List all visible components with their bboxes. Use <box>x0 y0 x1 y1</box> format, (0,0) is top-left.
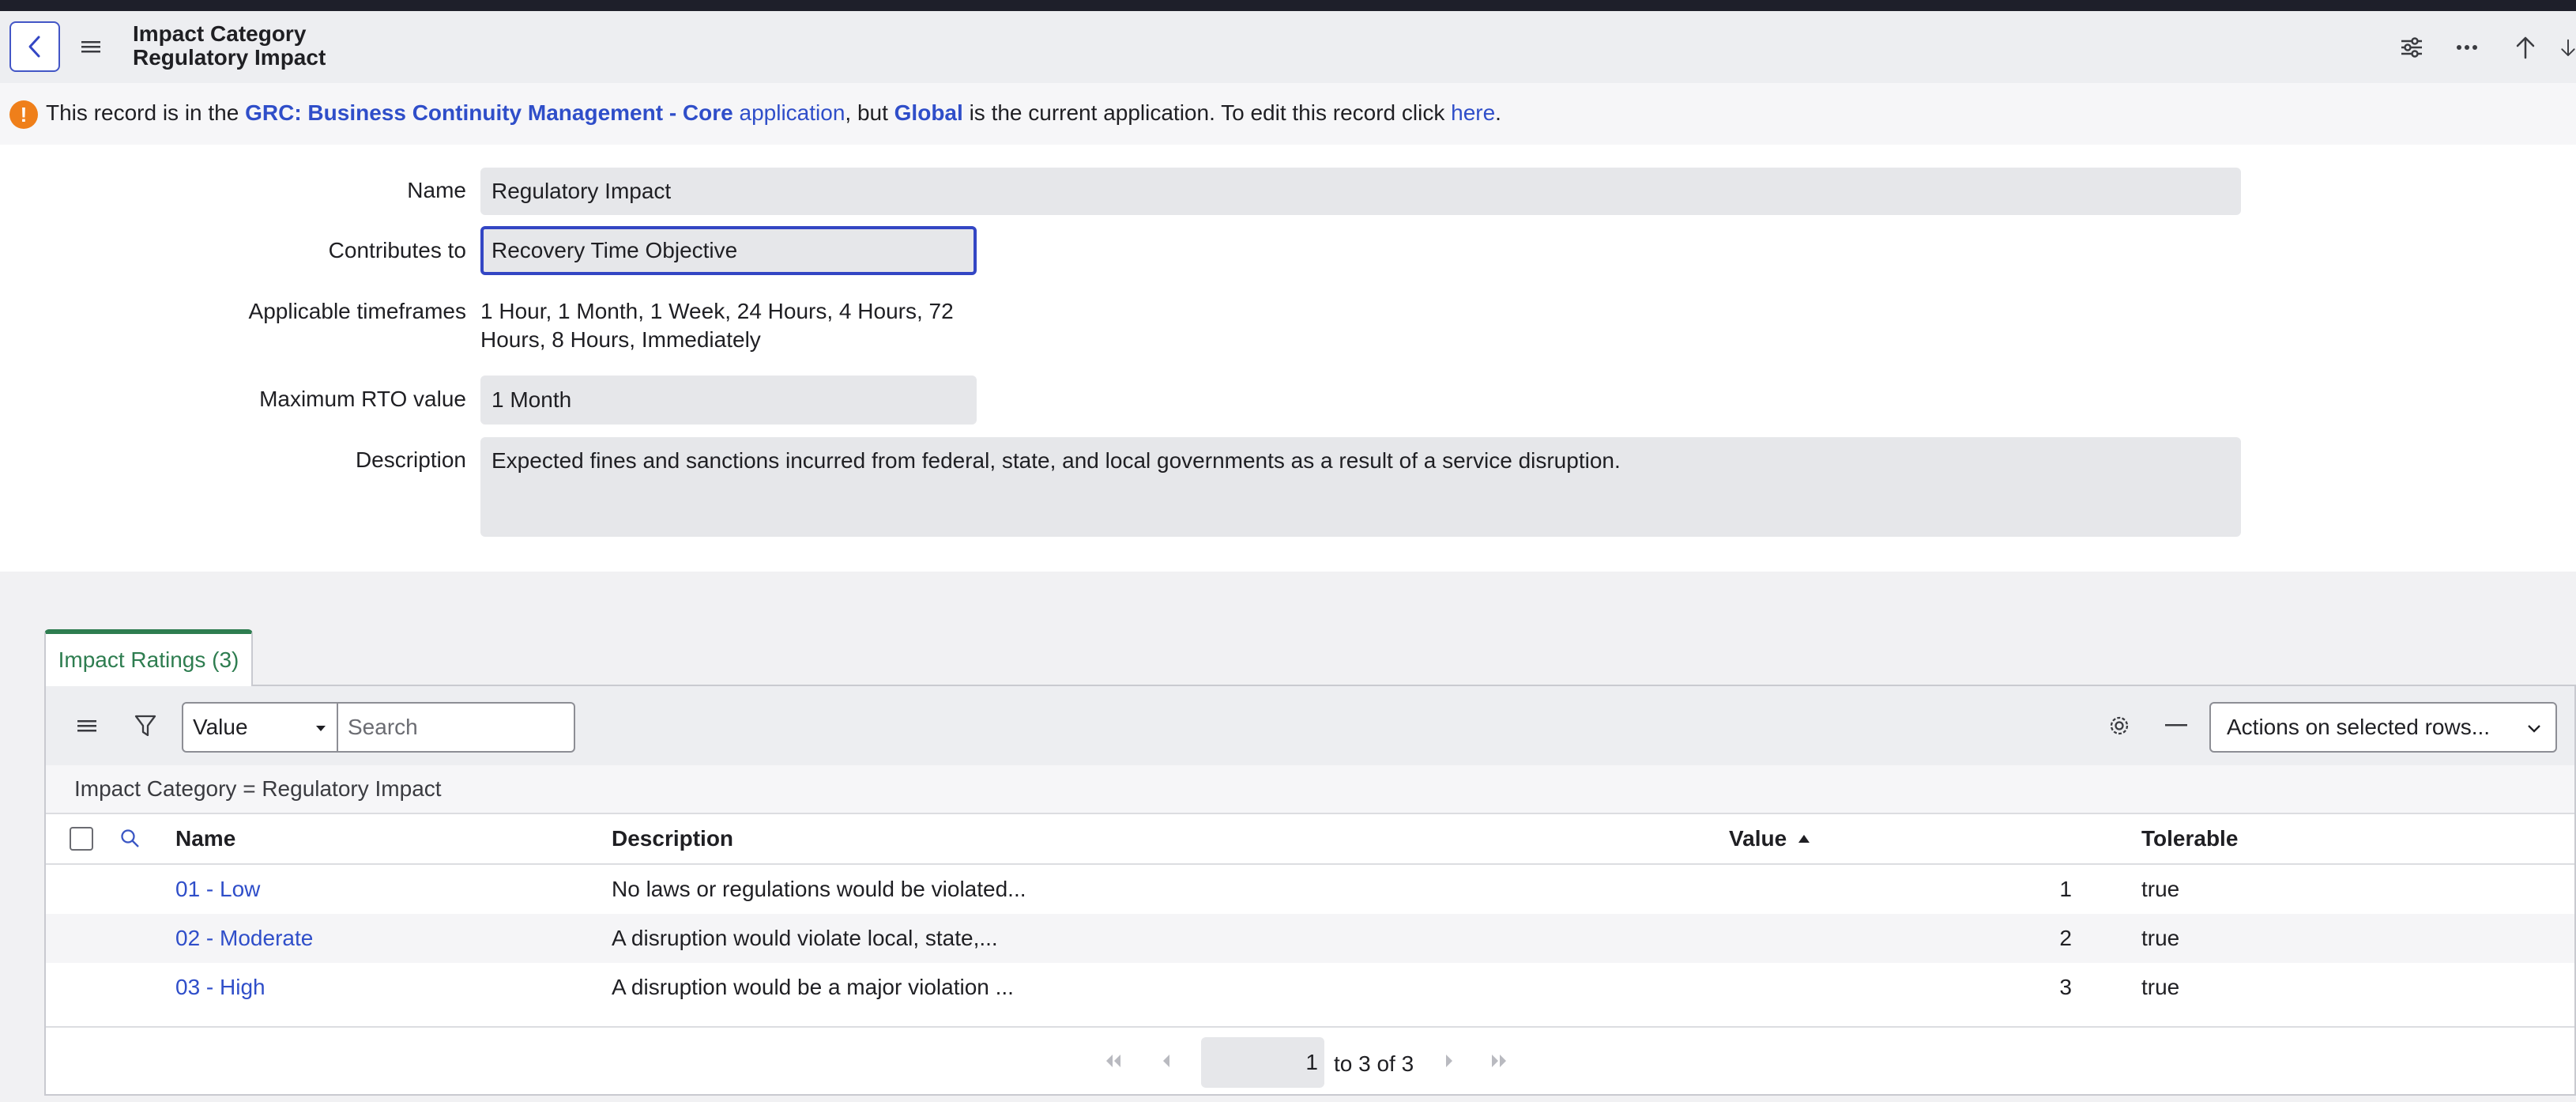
list-toolbar: Value Search Actions on selected rows... <box>46 686 2574 765</box>
record-header: Impact Category Regulatory Impact <box>0 11 2576 83</box>
table-header: Name Description Value Tolerable <box>46 814 2574 865</box>
column-header-name[interactable]: Name <box>175 814 235 863</box>
pagination: 1 to 3 of 3 <box>46 1026 2574 1096</box>
application-scope-notice: ! This record is in the GRC: Business Co… <box>0 83 2576 145</box>
row-name-link[interactable]: 01 - Low <box>175 877 260 902</box>
page-title-record: Regulatory Impact <box>133 45 326 70</box>
contributes-to-label: Contributes to <box>328 238 466 262</box>
row-description: No laws or regulations would be violated… <box>612 877 1026 901</box>
next-page-icon[interactable] <box>1443 1051 1456 1070</box>
applicable-timeframes-label: Applicable timeframes <box>248 299 466 323</box>
prev-page-icon[interactable] <box>1160 1051 1173 1070</box>
column-header-description[interactable]: Description <box>612 814 733 863</box>
record-form: Name Regulatory Impact Contributes to Re… <box>0 145 2576 572</box>
row-tolerable: true <box>2141 926 2180 950</box>
sort-up-icon <box>1798 835 1810 843</box>
more-icon <box>2457 45 2477 50</box>
gear-icon <box>2110 716 2129 735</box>
top-bar <box>0 0 2576 11</box>
row-tolerable: true <box>2141 877 2180 901</box>
row-name-link[interactable]: 02 - Moderate <box>175 926 313 951</box>
page-number-input[interactable]: 1 <box>1201 1037 1324 1088</box>
applicable-timeframes-value: 1 Hour, 1 Month, 1 Week, 24 Hours, 4 Hou… <box>480 299 954 352</box>
page-title: Impact Category Regulatory Impact <box>133 22 326 70</box>
next-record-button[interactable] <box>2560 32 2576 63</box>
back-icon <box>28 36 40 58</box>
notice-message: This record is in the GRC: Business Cont… <box>46 100 1501 125</box>
page-range-text: to 3 of 3 <box>1334 1051 1414 1076</box>
column-header-value[interactable]: Value <box>1729 814 1810 863</box>
impact-ratings-list: Value Search Actions on selected rows...… <box>44 685 2576 1096</box>
current-app-link[interactable]: Global <box>894 100 963 125</box>
name-field[interactable]: Regulatory Impact <box>480 168 2241 215</box>
down-arrow-icon <box>2561 39 2575 56</box>
row-description: A disruption would be a major violation … <box>612 975 1014 999</box>
maximum-rto-field[interactable]: 1 Month <box>480 376 977 425</box>
row-tolerable: true <box>2141 975 2180 999</box>
settings-sliders-icon <box>2401 37 2422 58</box>
back-button[interactable] <box>9 21 60 72</box>
search-input[interactable]: Search <box>338 702 575 753</box>
table-row: 01 - Low No laws or regulations would be… <box>46 865 2574 914</box>
collapse-list-button[interactable] <box>2160 710 2192 742</box>
select-all-checkbox[interactable] <box>70 827 93 851</box>
search-icon <box>121 829 139 847</box>
name-label: Name <box>407 178 466 202</box>
minimize-icon <box>2165 724 2187 726</box>
chevron-down-icon <box>2528 725 2540 733</box>
row-description: A disruption would violate local, state,… <box>612 926 998 950</box>
list-menu-button[interactable] <box>71 710 103 742</box>
menu-button[interactable] <box>79 33 103 60</box>
more-options-button[interactable] <box>2451 32 2483 63</box>
app-scope-link[interactable]: GRC: Business Continuity Management - Co… <box>245 100 845 125</box>
filter-button[interactable] <box>130 710 161 742</box>
column-search-button[interactable] <box>120 814 141 863</box>
table-row: 03 - High A disruption would be a major … <box>46 963 2574 1012</box>
page-title-table: Impact Category <box>133 21 307 46</box>
contributes-to-field[interactable]: Recovery Time Objective <box>480 226 977 275</box>
edit-here-link[interactable]: here <box>1451 100 1495 125</box>
actions-select[interactable]: Actions on selected rows... <box>2209 702 2557 753</box>
personalize-form-button[interactable] <box>2396 32 2427 63</box>
maximum-rto-label: Maximum RTO value <box>259 387 466 411</box>
first-page-icon[interactable] <box>1102 1051 1124 1070</box>
menu-icon <box>81 41 100 53</box>
list-settings-button[interactable] <box>2103 710 2135 742</box>
description-field[interactable]: Expected fines and sanctions incurred fr… <box>480 437 2241 537</box>
row-name-link[interactable]: 03 - High <box>175 975 266 1000</box>
dropdown-caret-icon <box>316 726 326 731</box>
up-arrow-icon <box>2516 36 2535 59</box>
previous-record-button[interactable] <box>2510 32 2541 63</box>
description-label: Description <box>355 447 466 472</box>
column-header-tolerable[interactable]: Tolerable <box>2141 814 2238 863</box>
breadcrumb[interactable]: Impact Category = Regulatory Impact <box>46 765 2574 814</box>
menu-icon <box>77 720 96 732</box>
filter-icon <box>134 715 156 737</box>
tab-impact-ratings[interactable]: Impact Ratings (3) <box>44 629 253 686</box>
warning-icon: ! <box>9 100 38 129</box>
search-field-select[interactable]: Value <box>182 702 338 753</box>
select-all-cell <box>70 814 93 863</box>
table-row: 02 - Moderate A disruption would violate… <box>46 914 2574 963</box>
last-page-icon[interactable] <box>1489 1051 1511 1070</box>
